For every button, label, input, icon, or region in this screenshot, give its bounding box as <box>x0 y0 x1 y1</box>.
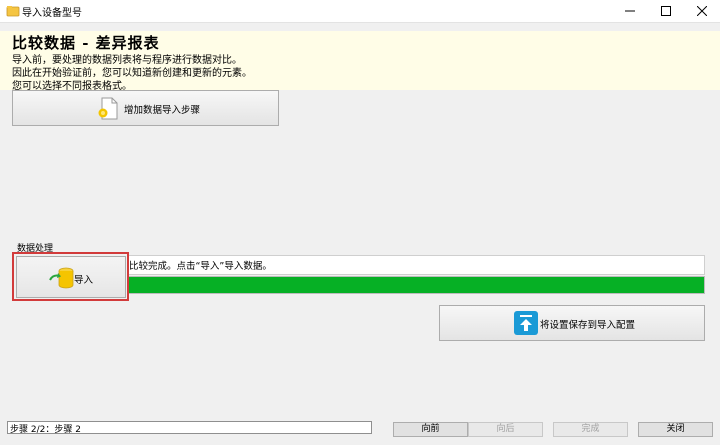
add-import-step-label: 增加数据导入步骤 <box>124 105 201 116</box>
progress-bar <box>128 276 705 294</box>
minimize-icon <box>625 10 635 12</box>
new-document-icon <box>98 97 118 120</box>
progress-bar-fill <box>129 277 704 293</box>
import-highlight-frame <box>12 252 129 301</box>
maximize-icon <box>661 6 671 16</box>
title-bar: 导入设备型号 <box>0 0 720 23</box>
status-message: 比较完成。点击“导入”导入数据。 <box>129 261 272 272</box>
info-panel: 比较数据 - 差异报表 导入前，要处理的数据列表将与程序进行数据对比。 因此在开… <box>0 31 720 92</box>
add-import-step-button[interactable]: 增加数据导入步骤 <box>12 90 279 126</box>
status-message-area: 比较完成。点击“导入”导入数据。 <box>128 255 705 275</box>
next-button[interactable]: 向后 <box>468 422 543 437</box>
previous-button[interactable]: 向前 <box>393 422 468 437</box>
save-to-import-config-label: 将设置保存到导入配置 <box>540 320 636 331</box>
save-to-import-config-button[interactable]: 将设置保存到导入配置 <box>439 305 705 341</box>
app-folder-icon <box>6 6 20 17</box>
page-title: 比较数据 - 差异报表 <box>12 34 160 52</box>
step-indicator: 步骤 2/2：步骤 2 <box>7 421 372 435</box>
maximize-button[interactable] <box>648 0 684 22</box>
step-indicator-text: 步骤 2/2：步骤 2 <box>10 425 81 435</box>
close-icon <box>697 6 707 16</box>
close-window-button[interactable] <box>684 0 720 22</box>
finish-button[interactable]: 完成 <box>553 422 628 437</box>
close-button[interactable]: 关闭 <box>638 422 713 437</box>
window-title: 导入设备型号 <box>22 8 82 19</box>
upload-icon <box>514 311 538 335</box>
minimize-button[interactable] <box>612 0 648 22</box>
